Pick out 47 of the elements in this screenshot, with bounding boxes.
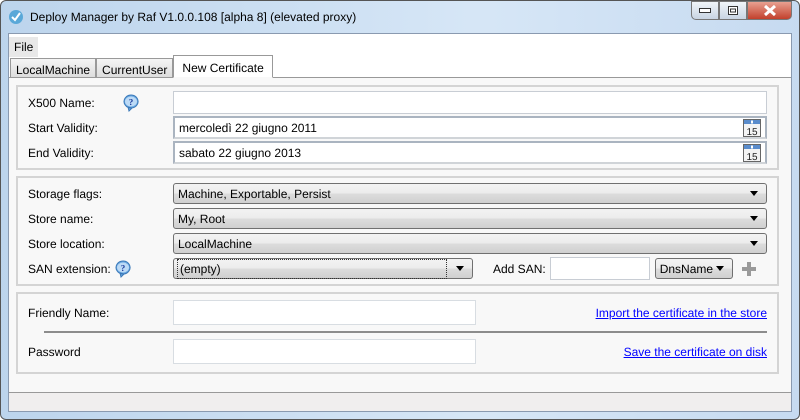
date-picker[interactable]: mercoledì 22 giugno 2011 15 (173, 116, 767, 139)
date-value: mercoledì 22 giugno 2011 (179, 120, 317, 136)
link[interactable]: Import the certificate in the store (596, 304, 767, 322)
maximize-icon (728, 6, 738, 15)
close-icon (762, 5, 776, 16)
window-title: Deploy Manager by Raf V1.0.0.108 [alpha 8] (elevated proxy) (30, 9, 356, 26)
text-field[interactable] (173, 300, 476, 325)
san-input-field[interactable] (550, 257, 650, 280)
app-icon (8, 9, 24, 25)
dropdown-arrow-icon[interactable] (456, 266, 464, 271)
menu-item[interactable]: File (9, 37, 38, 57)
dropdown[interactable]: LocalMachine (173, 233, 767, 254)
date-value: sabato 22 giugno 2013 (179, 144, 302, 162)
dropdown-arrow-icon[interactable] (750, 241, 758, 246)
dropdown-arrow-icon[interactable] (716, 266, 724, 271)
field-label: Add SAN: (493, 260, 546, 278)
field-label: Store location: (28, 236, 106, 252)
calendar-icon[interactable]: 15 (743, 144, 761, 162)
text-field[interactable] (173, 339, 476, 364)
field-label: Friendly Name: (28, 304, 110, 322)
field-label: Start Validity: (28, 120, 99, 136)
field-label: X500 Name: (28, 94, 96, 112)
text-field[interactable] (173, 91, 767, 114)
field-label: SAN extension: (28, 260, 111, 278)
field-label: Store name: (28, 210, 94, 228)
dropdown[interactable]: (empty) (173, 258, 473, 279)
tab[interactable]: New Certificate (173, 55, 273, 78)
tab[interactable]: LocalMachine (10, 58, 96, 78)
link[interactable]: Save the certificate on disk (624, 342, 767, 360)
date-picker[interactable]: sabato 22 giugno 2013 15 (173, 141, 767, 164)
help-icon[interactable]: ? (114, 260, 132, 278)
maximize-button[interactable] (719, 1, 747, 20)
close-button[interactable] (747, 1, 792, 20)
minimize-button[interactable] (691, 1, 719, 20)
field-label: Password (28, 344, 81, 360)
field-label: Storage flags: (28, 186, 104, 202)
dropdown[interactable]: My, Root (173, 208, 767, 229)
dropdown-arrow-icon[interactable] (750, 191, 758, 196)
calendar-icon[interactable]: 15 (743, 118, 761, 136)
dropdown[interactable]: DnsName (654, 258, 733, 279)
tab[interactable]: CurrentUser (96, 58, 174, 78)
dropdown[interactable]: Machine, Exportable, Persist (173, 183, 767, 204)
minimize-icon (699, 8, 711, 14)
help-icon[interactable]: ? (122, 94, 140, 112)
dropdown-arrow-icon[interactable] (750, 216, 758, 221)
field-label: End Validity: (28, 144, 95, 162)
add-icon[interactable] (742, 262, 756, 276)
